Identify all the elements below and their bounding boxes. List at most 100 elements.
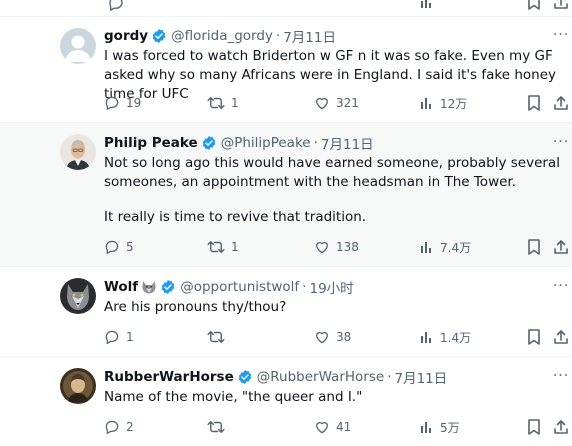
user-handle[interactable]: @opportunistwolf	[180, 279, 299, 295]
view-count: 1.4万	[440, 330, 472, 345]
user-name[interactable]: RubberWarHorse	[104, 369, 234, 385]
avatar[interactable]	[60, 278, 96, 314]
share-icon[interactable]	[553, 0, 569, 14]
reply-icon	[104, 95, 120, 111]
action-bar: 1 38 1.4万	[0, 327, 572, 347]
previous-tweet-action-bar	[0, 0, 572, 17]
reply-icon	[104, 239, 120, 255]
reply-button[interactable]: 5	[104, 237, 134, 257]
avatar[interactable]	[60, 28, 96, 64]
views-chart-icon[interactable]	[420, 0, 434, 13]
tweet-gordy[interactable]: gordy @florida_gordy · 7月11日 ··· I was f…	[0, 17, 572, 123]
reply-count: 5	[126, 240, 134, 254]
retweet-icon	[207, 419, 225, 435]
share-icon	[553, 419, 569, 435]
tweet-text-paragraph: Are his pronouns thy/thou?	[104, 299, 287, 315]
separator-dot: ·	[313, 135, 318, 151]
separator-dot: ·	[275, 28, 281, 44]
verified-badge-icon[interactable]	[160, 279, 176, 295]
views-chart-icon	[420, 96, 434, 110]
wolf-emoji-icon	[141, 279, 157, 295]
action-bar: 19 1 321 12万	[0, 93, 572, 113]
tweet-text: Name of the movie, "the queer and I."	[104, 388, 564, 407]
views-chart-icon	[420, 330, 434, 344]
like-button[interactable]: 138	[314, 237, 359, 257]
user-handle[interactable]: @RubberWarHorse	[257, 369, 384, 385]
bookmark-icon	[527, 239, 541, 255]
tweet-rubberwarhorse[interactable]: RubberWarHorse @RubberWarHorse · 7月11日 ·…	[0, 357, 572, 446]
timestamp[interactable]: 7月11日	[321, 133, 374, 153]
more-dots-icon[interactable]: ···	[552, 135, 570, 155]
views-button[interactable]: 5万	[420, 417, 460, 437]
avatar[interactable]	[60, 368, 96, 404]
share-icon	[553, 329, 569, 345]
timestamp[interactable]: 7月11日	[283, 26, 336, 46]
verified-badge-icon[interactable]	[151, 28, 167, 44]
views-button[interactable]: 1.4万	[420, 327, 471, 347]
heart-icon	[314, 329, 330, 345]
retweet-button[interactable]: 1	[207, 237, 239, 257]
reply-count: 19	[126, 96, 142, 110]
tweet-text-paragraph: Not so long ago this would have earned s…	[104, 155, 560, 190]
retweet-button[interactable]: 1	[207, 93, 239, 113]
verified-badge-icon[interactable]	[201, 135, 217, 151]
user-name[interactable]: Philip Peake	[104, 135, 198, 151]
timestamp[interactable]: 19小时	[309, 277, 353, 297]
share-icon	[553, 95, 569, 111]
share-button[interactable]	[553, 417, 569, 437]
tweet-header: gordy @florida_gordy · 7月11日	[104, 26, 336, 46]
more-dots-icon[interactable]: ···	[552, 369, 570, 389]
like-button[interactable]: 41	[314, 417, 351, 437]
view-count: 7.4万	[440, 240, 472, 255]
timestamp[interactable]: 7月11日	[394, 367, 447, 387]
tweet-text-paragraph: It really is time to revive that traditi…	[104, 209, 367, 225]
like-count: 321	[336, 96, 359, 110]
view-count: 5万	[440, 420, 460, 435]
view-count: 12万	[440, 96, 468, 111]
share-button[interactable]	[553, 327, 569, 347]
bookmark-button[interactable]	[527, 93, 541, 113]
bookmark-button[interactable]	[527, 417, 541, 437]
like-button[interactable]: 321	[314, 93, 359, 113]
user-name[interactable]: Wolf	[104, 279, 138, 295]
user-handle[interactable]: @PhilipPeake	[221, 135, 311, 151]
tweet-text: Are his pronouns thy/thou?	[104, 298, 564, 317]
tweet-text: Not so long ago this would have earned s…	[104, 154, 564, 227]
user-name[interactable]: gordy	[104, 28, 148, 44]
views-button[interactable]: 12万	[420, 93, 467, 113]
views-button[interactable]: 7.4万	[420, 237, 471, 257]
retweet-count: 1	[231, 240, 239, 254]
like-button[interactable]: 38	[314, 327, 351, 347]
retweet-button[interactable]	[207, 417, 231, 437]
share-button[interactable]	[553, 237, 569, 257]
reply-button[interactable]: 19	[104, 93, 141, 113]
heart-icon	[314, 95, 330, 111]
bookmark-icon[interactable]	[527, 0, 541, 14]
reply-button[interactable]: 1	[104, 327, 134, 347]
retweet-icon	[207, 239, 225, 255]
retweet-button[interactable]	[207, 327, 231, 347]
heart-icon	[314, 239, 330, 255]
tweet-philip-peake[interactable]: Philip Peake @PhilipPeake · 7月11日 ··· No…	[0, 123, 572, 267]
retweet-icon	[207, 95, 225, 111]
action-bar: 5 1 138 7.4万	[0, 237, 572, 257]
bookmark-icon	[527, 95, 541, 111]
share-button[interactable]	[553, 93, 569, 113]
retweet-count: 1	[231, 96, 239, 110]
bookmark-button[interactable]	[527, 237, 541, 257]
user-handle[interactable]: @florida_gordy	[171, 28, 273, 44]
reply-count: 2	[126, 420, 134, 434]
tweet-header: RubberWarHorse @RubberWarHorse · 7月11日	[104, 367, 447, 387]
bookmark-icon	[527, 329, 541, 345]
like-count: 38	[336, 330, 352, 344]
bookmark-button[interactable]	[527, 327, 541, 347]
reply-icon[interactable]	[107, 0, 125, 16]
more-dots-icon[interactable]: ···	[552, 28, 570, 48]
avatar[interactable]	[60, 134, 96, 170]
reply-icon	[104, 329, 120, 345]
tweet-wolf[interactable]: Wolf @opportunistwolf · 19小时 ··· Are his…	[0, 267, 572, 357]
verified-badge-icon[interactable]	[237, 369, 253, 385]
reply-button[interactable]: 2	[104, 417, 134, 437]
more-dots-icon[interactable]: ···	[552, 279, 570, 299]
bookmark-icon	[527, 419, 541, 435]
